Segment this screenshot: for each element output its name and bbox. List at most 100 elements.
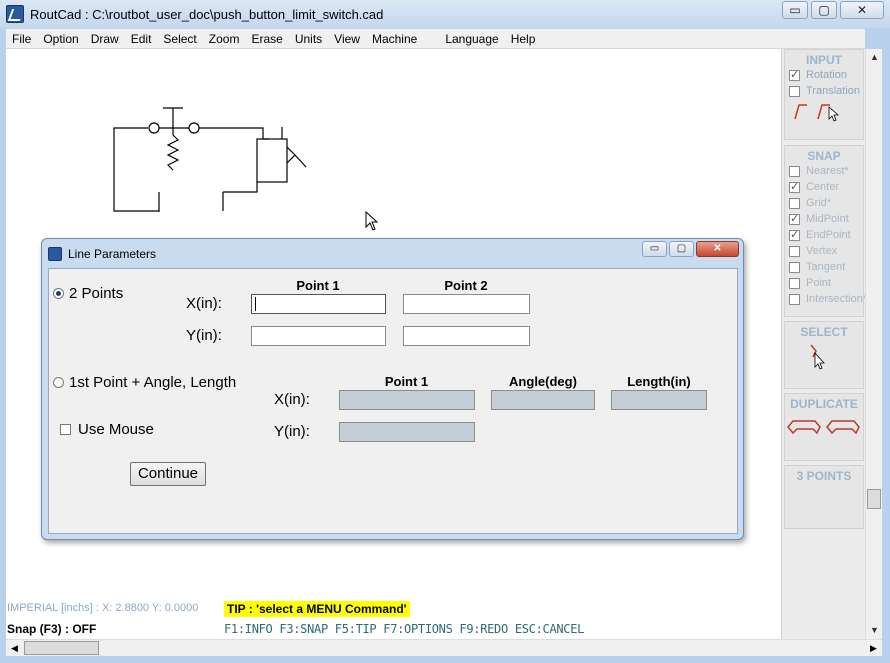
vertex-checkbox[interactable]: [789, 245, 800, 257]
snap-title: SNAP: [807, 149, 841, 163]
app-icon: [6, 5, 24, 23]
y1-input[interactable]: [251, 326, 386, 346]
menu-language[interactable]: Language: [439, 32, 504, 46]
input-tools-icon[interactable]: [785, 99, 865, 129]
scroll-left-icon[interactable]: ◀: [6, 640, 23, 657]
duplicate-tool-icon[interactable]: [785, 411, 865, 451]
mouse-cursor-icon: [365, 211, 379, 231]
tangent-label: Tangent: [806, 261, 846, 273]
menu-option[interactable]: Option: [37, 32, 84, 46]
continue-button[interactable]: Continue: [130, 462, 206, 486]
tangent-checkbox[interactable]: [789, 261, 800, 273]
center-checkbox[interactable]: [789, 180, 800, 193]
b-y-input[interactable]: [339, 422, 475, 442]
menu-file[interactable]: File: [6, 32, 37, 46]
window-controls: ▭ ▢ ✕: [779, 1, 884, 19]
x2-input[interactable]: [403, 294, 530, 314]
menu-erase[interactable]: Erase: [245, 32, 288, 46]
intersection-checkbox[interactable]: [789, 293, 800, 305]
vertical-scrollbar[interactable]: ▲ ▼: [865, 49, 882, 639]
dialog-minimize-button[interactable]: ▭: [642, 241, 667, 257]
x1-input[interactable]: [251, 294, 386, 314]
endpoint-label: EndPoint: [806, 229, 851, 241]
midpoint-checkbox[interactable]: [789, 212, 800, 225]
use-mouse-checkbox[interactable]: [60, 424, 71, 435]
menu-select[interactable]: Select: [157, 32, 202, 46]
menu-edit[interactable]: Edit: [125, 32, 158, 46]
snap-nearest[interactable]: Nearest*: [789, 163, 863, 179]
point2-header: Point 2: [444, 278, 488, 293]
vertical-scroll-thumb[interactable]: [867, 489, 881, 509]
b-y-label: Y(in):: [274, 423, 310, 440]
snap-vertex[interactable]: Vertex: [789, 243, 863, 259]
menu-zoom[interactable]: Zoom: [203, 32, 246, 46]
horizontal-scrollbar[interactable]: ◀ ▶: [6, 639, 882, 656]
translation-option[interactable]: Translation: [789, 83, 863, 99]
x-label: X(in):: [186, 295, 222, 312]
input-title: INPUT: [806, 53, 842, 67]
coordinate-readout: IMPERIAL [inchs] : X: 2.8800 Y: 0.0000: [7, 602, 199, 614]
text-caret: [255, 297, 256, 311]
two-points-label: 2 Points: [69, 285, 124, 302]
window-title: RoutCad : C:\routbot_user_doc\push_butto…: [30, 6, 384, 22]
dialog-close-button[interactable]: ✕: [696, 241, 739, 257]
duplicate-title: DUPLICATE: [790, 397, 858, 411]
scroll-up-icon[interactable]: ▲: [866, 49, 883, 66]
length-header: Length(in): [627, 374, 691, 389]
rotation-option[interactable]: Rotation: [789, 67, 863, 83]
snap-point[interactable]: Point: [789, 275, 863, 291]
menu-units[interactable]: Units: [289, 32, 328, 46]
angle-header: Angle(deg): [509, 374, 577, 389]
minimize-button[interactable]: ▭: [782, 1, 808, 19]
maximize-button[interactable]: ▢: [811, 1, 837, 19]
b-x-input[interactable]: [339, 390, 475, 410]
horizontal-scroll-thumb[interactable]: [24, 641, 99, 655]
scroll-down-icon[interactable]: ▼: [866, 622, 883, 639]
angle-length-radio[interactable]: [53, 377, 64, 388]
line-parameters-dialog: Line Parameters ▭ ▢ ✕ 2 Points Point 1 P…: [41, 238, 744, 540]
menu-machine[interactable]: Machine: [366, 32, 423, 46]
endpoint-checkbox[interactable]: [789, 228, 800, 241]
select-section[interactable]: SELECT: [784, 321, 864, 389]
grid-checkbox[interactable]: [789, 197, 800, 209]
menu-help[interactable]: Help: [505, 32, 542, 46]
function-keys-hint: F1:INFO F3:SNAP F5:TIP F7:OPTIONS F9:RED…: [224, 622, 585, 636]
menu-view[interactable]: View: [328, 32, 366, 46]
dialog-app-icon: [48, 247, 62, 261]
snap-center[interactable]: Center: [789, 179, 863, 195]
two-points-radio[interactable]: [53, 288, 64, 299]
three-points-section[interactable]: 3 POINTS: [784, 465, 864, 529]
b-point1-header: Point 1: [384, 374, 429, 389]
rotation-checkbox[interactable]: [789, 68, 800, 81]
duplicate-section[interactable]: DUPLICATE: [784, 393, 864, 461]
length-input[interactable]: [611, 390, 707, 410]
b-x-label: X(in):: [274, 391, 310, 408]
center-label: Center: [806, 181, 840, 193]
intersection-label: Intersection*: [806, 293, 868, 305]
angle-input[interactable]: [491, 390, 595, 410]
snap-midpoint[interactable]: MidPoint: [789, 211, 863, 227]
dialog-body: 2 Points Point 1 Point 2 X(in): Y(in): 1…: [48, 268, 738, 534]
select-tool-icon[interactable]: [785, 339, 865, 383]
point-checkbox[interactable]: [789, 277, 800, 289]
y2-input[interactable]: [403, 326, 530, 346]
y-label: Y(in):: [186, 327, 222, 344]
title-bar: RoutCad : C:\routbot_user_doc\push_butto…: [0, 0, 890, 28]
snap-grid[interactable]: Grid*: [789, 195, 863, 211]
snap-endpoint[interactable]: EndPoint: [789, 227, 863, 243]
scroll-right-icon[interactable]: ▶: [865, 640, 882, 657]
dialog-maximize-button[interactable]: ▢: [669, 241, 694, 257]
translation-checkbox[interactable]: [789, 85, 800, 97]
nearest-checkbox[interactable]: [789, 165, 800, 177]
tip-banner: TIP : 'select a MENU Command': [224, 601, 410, 617]
close-button[interactable]: ✕: [840, 1, 884, 19]
snap-status: Snap (F3) : OFF: [7, 622, 97, 636]
dialog-window-controls: ▭ ▢ ✕: [640, 241, 739, 257]
menu-draw[interactable]: Draw: [85, 32, 125, 46]
snap-tangent[interactable]: Tangent: [789, 259, 863, 275]
select-title: SELECT: [800, 325, 848, 339]
use-mouse-label: Use Mouse: [78, 421, 154, 438]
point1-header: Point 1: [296, 278, 340, 293]
translation-label: Translation: [806, 85, 861, 97]
snap-intersection[interactable]: Intersection*: [789, 291, 867, 307]
